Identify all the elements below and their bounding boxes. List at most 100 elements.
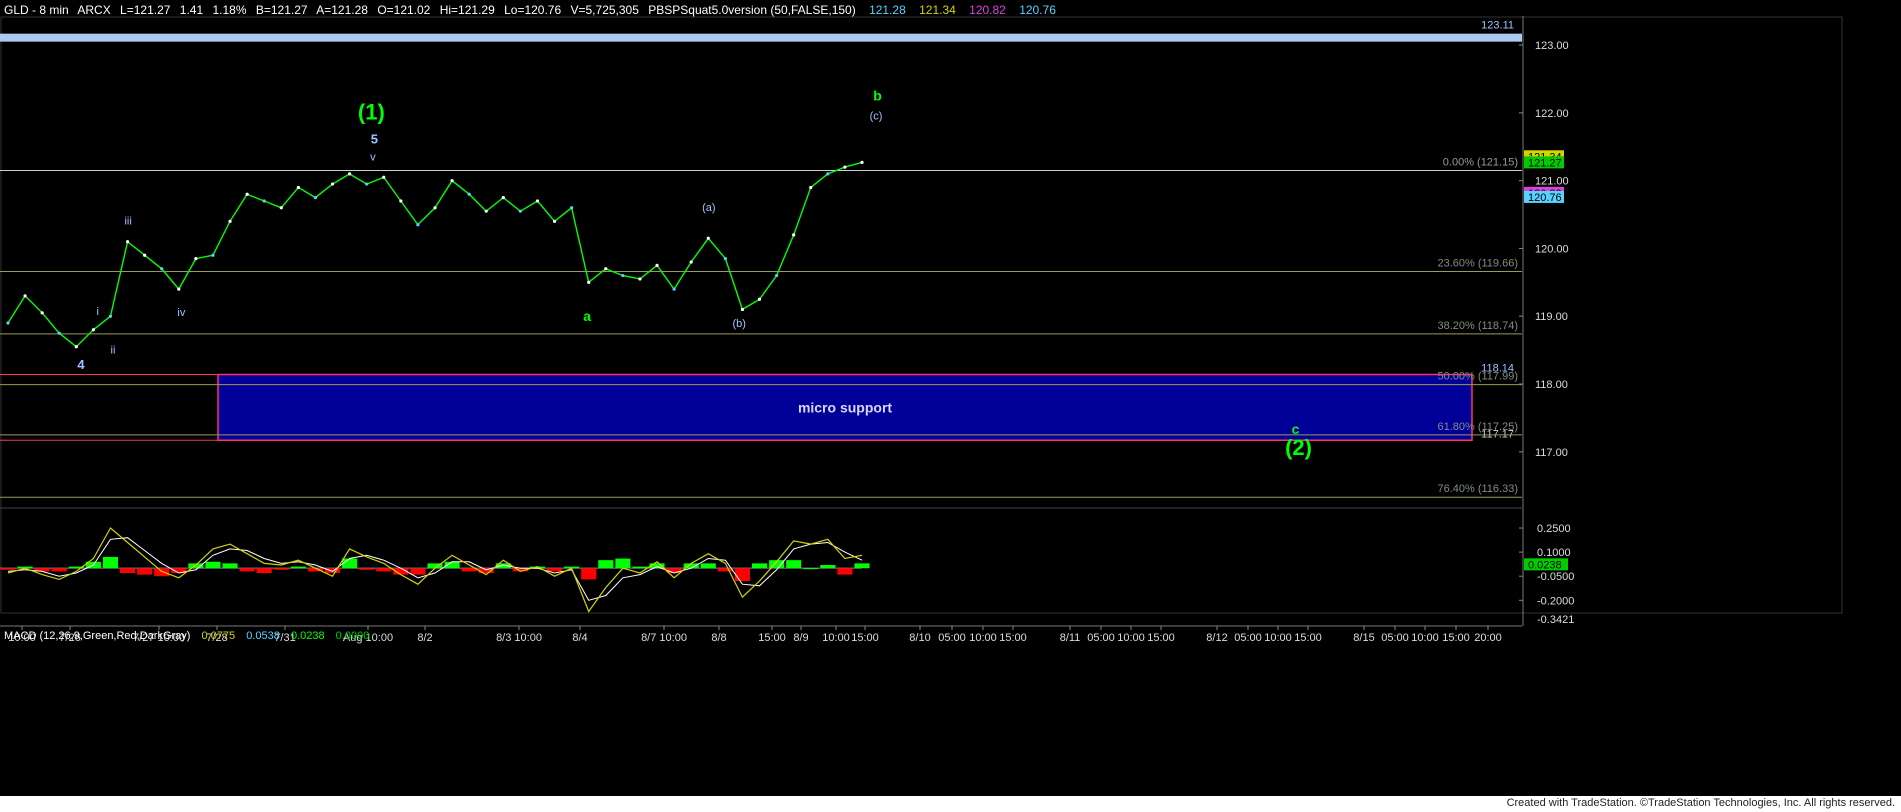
price-point bbox=[296, 185, 300, 190]
macd-histogram-bar bbox=[273, 568, 289, 570]
indicator-name: PBSPSquat5.0version (50,FALSE,150) bbox=[648, 3, 855, 17]
price-point bbox=[809, 185, 813, 190]
resistance-band bbox=[0, 33, 1522, 42]
time-tick-label: 15:00 bbox=[1294, 632, 1322, 644]
price-point bbox=[775, 273, 779, 278]
time-tick-label: 05:00 bbox=[1234, 632, 1262, 644]
fib-76.4-label: 76.40% (116.33) bbox=[1437, 483, 1518, 495]
price-point bbox=[91, 328, 95, 332]
price-point bbox=[552, 219, 557, 223]
price-point bbox=[399, 199, 403, 203]
time-tick-label: 05:00 bbox=[1087, 632, 1115, 644]
price-point bbox=[689, 260, 693, 264]
indicator-value-3: 120.82 bbox=[969, 3, 1006, 17]
macd-histogram-bar bbox=[751, 563, 768, 569]
price-point bbox=[262, 199, 266, 203]
price-point bbox=[279, 206, 283, 210]
fib-38.2-label: 38.20% (118.74) bbox=[1437, 320, 1518, 332]
price-point bbox=[313, 196, 318, 200]
wave-label: iii bbox=[124, 216, 131, 228]
price-point bbox=[416, 223, 420, 227]
macd-histogram-bar bbox=[820, 564, 836, 569]
time-tick-label: 15:00 bbox=[999, 632, 1027, 644]
price-point bbox=[757, 297, 762, 301]
price-point bbox=[621, 273, 625, 278]
wave-label: v bbox=[370, 151, 376, 163]
price-point bbox=[177, 287, 181, 291]
macd-histogram-bar bbox=[290, 566, 306, 569]
price-point bbox=[723, 257, 727, 261]
indicator-value-1: 121.28 bbox=[869, 3, 906, 17]
price-tag-label: 120.76 bbox=[1528, 192, 1562, 204]
wave-label: (a) bbox=[702, 202, 715, 214]
symbol-title: GLD - 8 min bbox=[4, 3, 69, 17]
time-tick-label: 15:00 bbox=[758, 632, 786, 644]
macd-histogram-bar bbox=[854, 563, 870, 569]
exchange-label: ARCX bbox=[77, 3, 110, 17]
macd-histogram-bar bbox=[0, 568, 16, 570]
svg-text:GLD - 8 min ARCX L: GLD - 8 min ARCX L=121.27 1.41 1.18% B=1… bbox=[4, 3, 1056, 17]
price-tick-label: 119.00 bbox=[1535, 311, 1568, 323]
macd-tick-label: 0.1000 bbox=[1537, 547, 1571, 559]
macd-histogram-bar bbox=[615, 558, 631, 569]
price-point bbox=[23, 294, 27, 298]
time-tick-label: 8/3 10:00 bbox=[496, 632, 542, 644]
wave-label: 4 bbox=[77, 357, 85, 372]
time-tick-label: 8/9 bbox=[793, 632, 808, 644]
wave-label: (2) bbox=[1285, 435, 1312, 460]
wave-label: (c) bbox=[870, 111, 883, 123]
price-point bbox=[860, 160, 864, 164]
price-tick-label: 118.00 bbox=[1535, 379, 1568, 391]
time-tick-label: 15:00 bbox=[1442, 632, 1470, 644]
macd-histogram-bar bbox=[803, 568, 819, 570]
macd-tick-label: -0.2000 bbox=[1537, 595, 1574, 607]
time-tick-label: 20:00 bbox=[1474, 632, 1502, 644]
macd-bottom-label: -0.3421 bbox=[1537, 614, 1574, 626]
pct-change: 1.18% bbox=[212, 3, 246, 17]
macd-histogram-bar bbox=[359, 568, 375, 570]
price-point bbox=[467, 192, 471, 196]
macd-histogram-bar bbox=[137, 568, 153, 575]
price-point bbox=[40, 311, 44, 315]
price-point bbox=[672, 287, 676, 291]
macd-histogram-bar bbox=[120, 568, 136, 573]
price-point bbox=[211, 253, 215, 257]
wave-label: iv bbox=[177, 307, 185, 319]
price-point bbox=[570, 206, 574, 210]
time-tick-label: 10:00 bbox=[969, 632, 997, 644]
open-price: O=121.02 bbox=[377, 3, 430, 17]
macd-histogram-bar bbox=[51, 568, 67, 572]
wave-label: (b) bbox=[732, 318, 745, 330]
resistance-label: 123.11 bbox=[1481, 20, 1514, 32]
copyright-text: Created with TradeStation. ©TradeStation… bbox=[1506, 797, 1895, 809]
macd-legend-value-1: 0.0775 bbox=[202, 630, 236, 642]
price-tick-label: 123.00 bbox=[1535, 40, 1569, 52]
price-tick-label: 122.00 bbox=[1535, 108, 1569, 120]
price-point bbox=[74, 345, 78, 349]
price-point bbox=[792, 233, 796, 237]
price-point bbox=[826, 172, 830, 176]
fib-50-label: 50.00% (117.99) bbox=[1437, 371, 1518, 383]
wave-label: 5 bbox=[371, 131, 378, 146]
wave-label: (1) bbox=[358, 100, 385, 125]
indicator-value-2: 121.34 bbox=[919, 3, 956, 17]
price-point bbox=[382, 175, 386, 179]
macd-histogram-bar bbox=[154, 568, 170, 577]
price-point bbox=[638, 277, 642, 281]
time-tick-label: 8/12 bbox=[1206, 632, 1227, 644]
macd-histogram-bar bbox=[632, 566, 648, 569]
price-point bbox=[194, 257, 198, 261]
time-tick-label: 10:00 bbox=[822, 632, 850, 644]
time-tick-label: 10:00 bbox=[1411, 632, 1439, 644]
price-point bbox=[108, 314, 113, 318]
micro-support-label: micro support bbox=[798, 399, 892, 415]
price-point bbox=[535, 199, 540, 203]
price-tick-label: 117.00 bbox=[1535, 447, 1568, 459]
macd-histogram-bar bbox=[837, 568, 853, 575]
bid-price: B=121.27 bbox=[256, 3, 308, 17]
macd-histogram-bar bbox=[547, 568, 563, 572]
macd-legend: MACD (12,26,9,Green,Red,DarkGray) 0.0775… bbox=[4, 630, 369, 642]
price-point bbox=[433, 206, 437, 210]
macd-histogram-bar bbox=[786, 560, 802, 569]
macd-histogram-bar bbox=[222, 563, 238, 569]
